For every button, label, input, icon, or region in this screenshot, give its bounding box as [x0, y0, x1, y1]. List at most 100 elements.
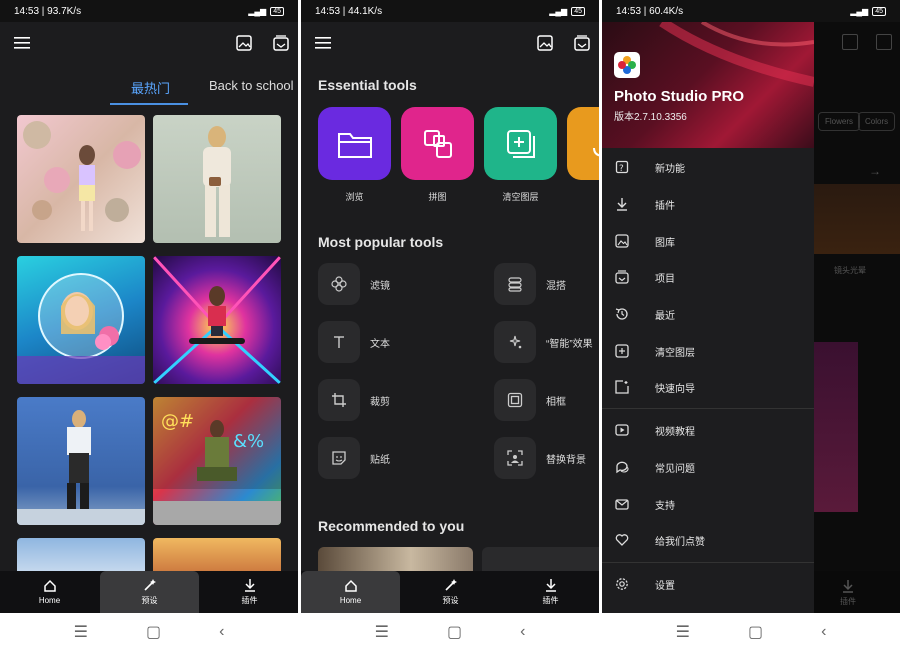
gallery-icon: [842, 34, 858, 50]
active-tab-underline: [110, 103, 188, 105]
tool-browse[interactable]: [318, 107, 391, 180]
menu-faq[interactable]: 常见问题: [602, 452, 814, 482]
text-icon: [318, 321, 360, 363]
nav-plugins[interactable]: 插件: [200, 571, 298, 613]
battery-icon: 45: [270, 6, 284, 16]
svg-text:?: ?: [619, 164, 624, 174]
menu-rate-us[interactable]: 给我们点赞: [602, 525, 814, 555]
nav-plugins[interactable]: 插件: [840, 579, 856, 607]
bottom-navigation: Home 预设 插件: [0, 571, 298, 613]
menu-support[interactable]: 支持: [602, 489, 814, 519]
tool-filters[interactable]: 滤镜: [318, 263, 390, 305]
status-bar: 14:53 | 44.1K/s ▂▄▆ 45: [301, 0, 599, 22]
nav-presets[interactable]: 预设: [100, 571, 199, 613]
dimmed-background[interactable]: Flowers Colors → 镜头光晕: [814, 22, 900, 613]
menu-empty-layer[interactable]: 清空图层: [602, 336, 814, 366]
tool-mix[interactable]: 混搭: [494, 263, 566, 305]
category-tabs: 最热门 Back to school: [0, 70, 298, 110]
tool-crop-label: 裁剪: [370, 396, 390, 408]
gallery-icon[interactable]: [233, 32, 255, 54]
menu-video-tutorials[interactable]: 视频教程: [602, 415, 814, 445]
download-icon: [244, 579, 255, 592]
crop-icon: [318, 379, 360, 421]
menu-recent[interactable]: 最近: [602, 299, 814, 329]
tool-smart-effects[interactable]: “智能”效果: [494, 321, 593, 363]
nav-presets-label: 预设: [141, 596, 158, 605]
home-square-icon[interactable]: ▢: [447, 622, 462, 642]
projects-icon[interactable]: [571, 32, 593, 54]
recommended-title: Recommended to you: [318, 518, 465, 534]
gallery-icon[interactable]: [534, 32, 556, 54]
tools-screen-panel: 14:53 | 44.1K/s ▂▄▆ 45 Essential tools 浏…: [301, 0, 599, 650]
mail-icon: [614, 496, 630, 512]
tool-text[interactable]: 文本: [318, 321, 390, 363]
tool-empty-layer-label: 清空图层: [502, 192, 539, 202]
menu-new-features[interactable]: ? 新功能: [602, 152, 814, 182]
tool-mix-label: 混搭: [546, 280, 566, 292]
preset-thumbnail-skateboard-neon[interactable]: [153, 256, 281, 384]
tab-back-to-school[interactable]: Back to school: [209, 78, 294, 93]
nav-presets-label: 预设: [442, 596, 459, 605]
nav-home[interactable]: Home: [301, 571, 400, 613]
empty-layer-icon: [506, 129, 535, 158]
signal-icon: ▂▄▆: [850, 6, 869, 16]
home-icon: [43, 579, 56, 592]
recent-apps-icon[interactable]: ☰: [74, 622, 88, 642]
flower-icon: [318, 263, 360, 305]
preset-thumbnail-white-suit[interactable]: [153, 115, 281, 243]
bottom-navigation-dimmed: 插件: [814, 571, 900, 613]
faq-icon: [614, 459, 630, 475]
back-icon[interactable]: ‹: [821, 623, 826, 641]
behind-thumbnail-lens: [814, 184, 900, 254]
home-square-icon[interactable]: ▢: [146, 622, 161, 642]
menu-plugins[interactable]: 插件: [602, 189, 814, 219]
menu-icon[interactable]: [11, 32, 33, 54]
recent-apps-icon[interactable]: ☰: [375, 622, 389, 642]
app-logo-icon: [614, 52, 640, 78]
nav-presets[interactable]: 预设: [401, 571, 500, 613]
status-time: 14:53 | 93.7K/s: [14, 5, 82, 17]
preset-thumbnail-graffiti[interactable]: @# &%: [153, 397, 281, 525]
nav-plugins[interactable]: 插件: [501, 571, 599, 613]
svg-text:@#: @#: [161, 411, 194, 432]
gallery-icon: [614, 233, 630, 249]
new-features-icon: ?: [614, 159, 630, 175]
essential-tools-title: Essential tools: [318, 77, 417, 93]
battery-icon: 45: [872, 6, 886, 16]
nav-home[interactable]: Home: [0, 571, 99, 613]
tool-crop[interactable]: 裁剪: [318, 379, 390, 421]
tab-hottest[interactable]: 最热门: [131, 78, 170, 97]
system-navigation-bar: ☰ ▢ ‹: [0, 613, 298, 650]
tool-collage[interactable]: [401, 107, 474, 180]
download-icon: [545, 579, 556, 592]
drawer-screen-panel: 14:53 | 60.4K/s ▂▄▆ 45 Flowers Colors → …: [602, 0, 900, 650]
preset-thumbnail-bubble-girl[interactable]: [17, 256, 145, 384]
back-icon[interactable]: ‹: [520, 623, 525, 641]
back-icon[interactable]: ‹: [219, 623, 224, 641]
menu-settings[interactable]: 设置: [602, 569, 814, 599]
home-screen-panel: 14:53 | 93.7K/s ▂▄▆ 45 最热门 Back to schoo…: [0, 0, 298, 650]
collage-icon: [423, 129, 452, 158]
menu-projects[interactable]: 项目: [602, 262, 814, 292]
menu-gallery[interactable]: 图库: [602, 226, 814, 256]
menu-icon[interactable]: [312, 32, 334, 54]
signal-icon: ▂▄▆: [248, 6, 267, 16]
preset-thumbnail-balloons-girl[interactable]: [17, 115, 145, 243]
tool-plugins[interactable]: [567, 107, 599, 180]
recent-apps-icon[interactable]: ☰: [676, 622, 690, 642]
magic-icon: [494, 321, 536, 363]
home-square-icon[interactable]: ▢: [748, 622, 763, 642]
top-bar: [0, 22, 298, 64]
preset-thumbnail-blue-wall[interactable]: [17, 397, 145, 525]
projects-icon[interactable]: [270, 32, 292, 54]
status-bar: 14:53 | 60.4K/s ▂▄▆ 45: [602, 0, 900, 22]
tool-frame[interactable]: 相框: [494, 379, 566, 421]
battery-icon: 45: [571, 6, 585, 16]
tool-replace-background[interactable]: 替换背景: [494, 437, 586, 479]
tool-smart-effects-label: “智能”效果: [546, 338, 593, 350]
menu-quick-guide[interactable]: 快速向导: [602, 372, 814, 402]
tool-sticker[interactable]: 贴纸: [318, 437, 390, 479]
tool-empty-layer[interactable]: [484, 107, 557, 180]
signal-icon: ▂▄▆: [549, 6, 568, 16]
navigation-drawer: Photo Studio PRO 版本2.7.10.3356 ? 新功能 插件 …: [602, 22, 814, 613]
